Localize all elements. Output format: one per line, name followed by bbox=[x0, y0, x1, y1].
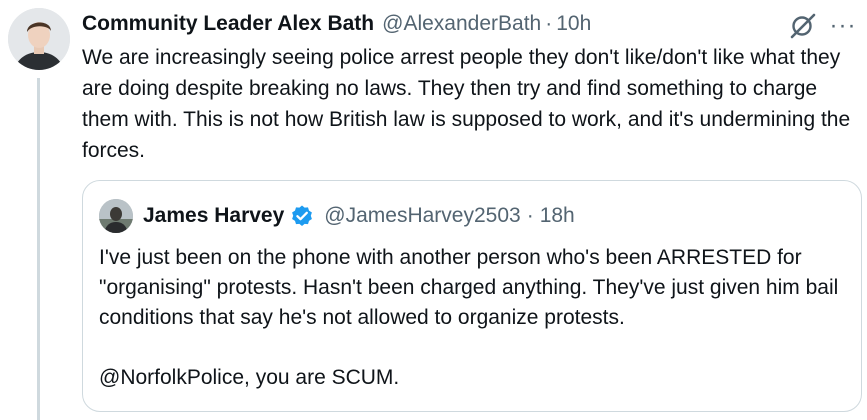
thread-line bbox=[37, 78, 40, 420]
tweet-text: We are increasingly seeing police arrest… bbox=[82, 46, 856, 162]
verified-badge-icon[interactable] bbox=[290, 204, 314, 228]
tweet[interactable]: Community Leader Alex Bath @AlexanderBat… bbox=[0, 0, 867, 420]
quoted-avatar-photo bbox=[99, 199, 133, 233]
quoted-tweet-header: James Harvey @JamesHarvey2503 · 18h bbox=[143, 201, 845, 231]
more-icon[interactable]: ··· bbox=[829, 12, 857, 40]
author-display-name[interactable]: Community Leader Alex Bath bbox=[82, 12, 374, 36]
quoted-author-avatar[interactable] bbox=[99, 199, 133, 233]
header-separator: · bbox=[545, 12, 553, 35]
quoted-tweet-text: I've just been on the phone with another… bbox=[99, 246, 839, 389]
grok-icon-glyph bbox=[790, 13, 816, 39]
quoted-author-handle[interactable]: @JamesHarvey2503 bbox=[324, 204, 520, 228]
author-avatar[interactable] bbox=[8, 8, 70, 70]
quoted-tweet[interactable]: James Harvey @JamesHarvey2503 · 18h I've… bbox=[82, 180, 862, 412]
quoted-header-separator: · bbox=[526, 204, 534, 227]
avatar-photo bbox=[8, 8, 70, 70]
tweet-header: Community Leader Alex Bath @AlexanderBat… bbox=[82, 9, 777, 39]
quoted-tweet-timestamp[interactable]: 18h bbox=[540, 204, 575, 228]
grok-icon[interactable] bbox=[787, 11, 817, 41]
tweet-timestamp[interactable]: 10h bbox=[556, 12, 591, 36]
quoted-author-display-name[interactable]: James Harvey bbox=[143, 204, 284, 228]
author-handle[interactable]: @AlexanderBath bbox=[382, 12, 541, 36]
